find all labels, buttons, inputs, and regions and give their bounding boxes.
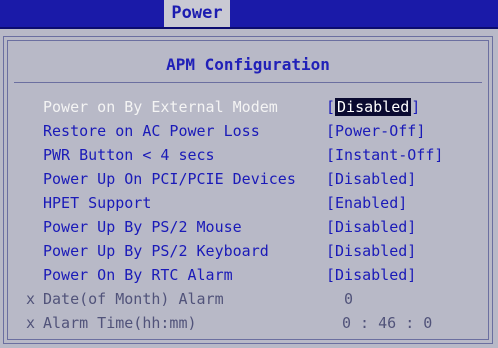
setting-value-text: Disabled: [335, 170, 408, 188]
setting-value[interactable]: [Instant-Off]: [326, 145, 443, 165]
setting-row-alarm-time: x Alarm Time(hh:mm) 0 : 46 : 0: [26, 312, 490, 334]
unavailable-x-icon: x: [26, 314, 36, 332]
setting-row-ps2-keyboard[interactable]: Power Up By PS/2 Keyboard [Disabled]: [40, 240, 490, 262]
setting-label: Date(of Month) Alarm: [43, 290, 224, 308]
setting-value[interactable]: [Disabled]: [326, 217, 416, 237]
setting-value[interactable]: [Disabled]: [326, 265, 416, 285]
setting-label: HPET Support: [43, 194, 152, 212]
right-bracket: ]: [411, 98, 421, 116]
setting-value[interactable]: [Enabled]: [326, 193, 407, 213]
setting-row-ps2-mouse[interactable]: Power Up By PS/2 Mouse [Disabled]: [40, 216, 490, 238]
selected-value-highlight[interactable]: Disabled: [335, 98, 412, 116]
setting-row-pci-pcie[interactable]: Power Up On PCI/PCIE Devices [Disabled]: [40, 168, 490, 190]
setting-value[interactable]: [Disabled]: [326, 169, 416, 189]
setting-row-pwr-button[interactable]: PWR Button < 4 secs [Instant-Off]: [40, 144, 490, 166]
setting-value-text: Disabled: [335, 266, 408, 284]
setting-label: Power on By External Modem: [43, 98, 278, 116]
setting-value-text: Instant-Off: [335, 146, 435, 164]
setting-label: Power On By RTC Alarm: [43, 266, 233, 284]
left-bracket: [: [326, 98, 336, 116]
setting-value[interactable]: [Power-Off]: [326, 121, 425, 141]
setting-label: PWR Button < 4 secs: [43, 146, 215, 164]
tab-power[interactable]: Power: [164, 0, 230, 27]
top-menu-bar: Power: [0, 0, 498, 29]
setting-value-text: Disabled: [335, 242, 408, 260]
unavailable-x-icon: x: [26, 290, 36, 308]
setting-value-text: Disabled: [335, 218, 408, 236]
setting-label: Power Up By PS/2 Mouse: [43, 218, 242, 236]
setting-value[interactable]: [Disabled]: [326, 97, 420, 117]
setting-label: Power Up By PS/2 Keyboard: [43, 242, 269, 260]
setting-label: Restore on AC Power Loss: [43, 122, 260, 140]
setting-row-date-alarm: x Date(of Month) Alarm 0: [26, 288, 490, 310]
setting-label: Power Up On PCI/PCIE Devices: [43, 170, 296, 188]
setting-value: 0 : 46 : 0: [342, 314, 433, 332]
setting-value[interactable]: [Disabled]: [326, 241, 416, 261]
setting-value-text: Enabled: [335, 194, 399, 212]
setting-value-text: Power-Off: [335, 122, 417, 140]
setting-row-rtc-alarm[interactable]: Power On By RTC Alarm [Disabled]: [40, 264, 490, 286]
section-header: APM Configuration: [14, 46, 482, 83]
setting-row-ac-power-loss[interactable]: Restore on AC Power Loss [Power-Off]: [40, 120, 490, 142]
setting-value: 0: [344, 290, 354, 308]
setting-row-hpet[interactable]: HPET Support [Enabled]: [40, 192, 490, 214]
setting-label: Alarm Time(hh:mm): [43, 314, 197, 332]
setting-row-external-modem[interactable]: Power on By External Modem [Disabled]: [40, 96, 490, 118]
page-title: APM Configuration: [166, 55, 330, 74]
